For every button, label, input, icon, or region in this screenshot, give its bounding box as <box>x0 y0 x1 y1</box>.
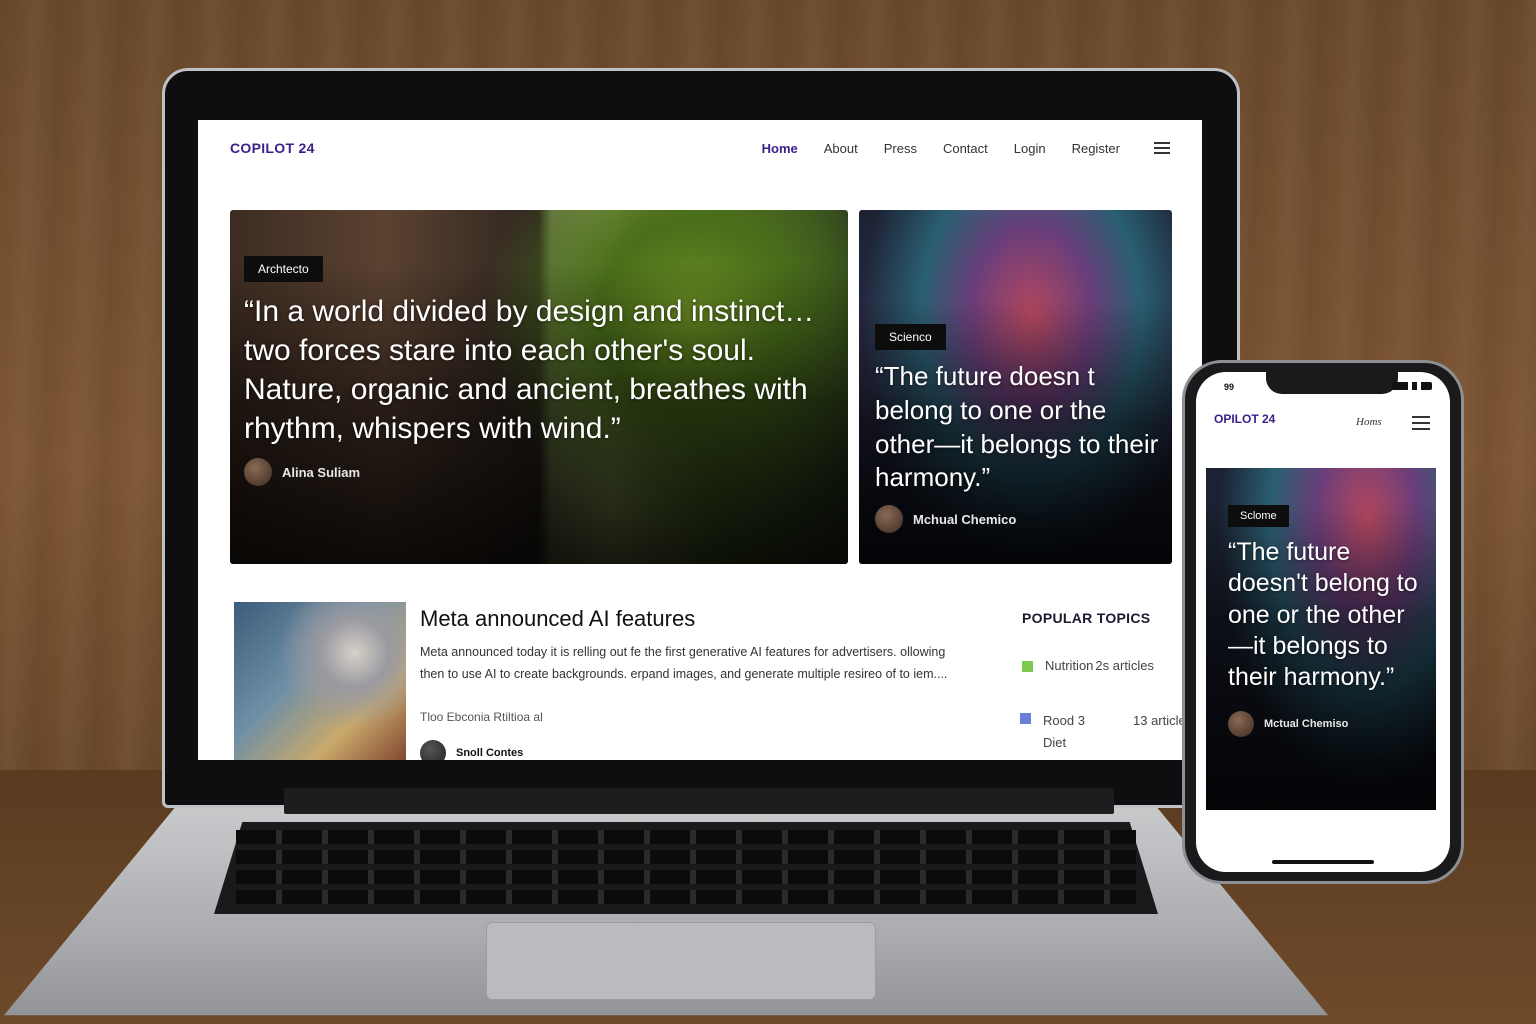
author-name[interactable]: Mchual Chemico <box>913 512 1016 527</box>
category-badge[interactable]: Sclome <box>1228 505 1289 527</box>
laptop-hinge <box>284 788 1114 814</box>
hero-author: Mchual Chemico <box>875 505 1165 534</box>
hero-card-content: Archtecto “In a world divided by design … <box>244 256 844 486</box>
author-name[interactable]: Alina Suliam <box>282 465 360 480</box>
hero-quote: “The future doesn't belong to one or the… <box>1228 538 1418 691</box>
site-header: COPILOT 24 Home About Press Contact Logi… <box>198 120 1202 176</box>
nav-home[interactable]: Homs <box>1356 416 1382 428</box>
article-author: Snoll Contes <box>420 740 523 760</box>
topic-label: Nutrition <box>1045 658 1094 673</box>
article-thumbnail[interactable] <box>234 602 406 760</box>
avatar <box>875 505 903 534</box>
status-icons <box>1392 382 1432 390</box>
phone-notch <box>1266 372 1398 394</box>
article-tags: Tloo Ebconia Rtiltioa al <box>420 710 543 724</box>
hero-card-science[interactable]: Sclome “The future doesn't belong to one… <box>1206 468 1436 810</box>
topic-count: 2s articles <box>1095 658 1154 673</box>
hero-quote: “The future doesn t belong to one or the… <box>875 361 1159 493</box>
hero-card-architecture[interactable]: Archtecto “In a world divided by design … <box>230 210 848 564</box>
keyboard-row <box>236 890 1136 904</box>
article-excerpt: Meta announced today it is relling out f… <box>420 645 948 681</box>
topic-label: Rood 3 Diet <box>1043 713 1085 751</box>
menu-icon[interactable] <box>1154 142 1170 154</box>
hero-quote: “In a world divided by design and instin… <box>244 295 815 445</box>
keyboard-row <box>236 870 1136 884</box>
nav-login[interactable]: Login <box>1014 141 1046 156</box>
phone-screen: 99 OPILOT 24 Homs Sclome “The future doe… <box>1196 372 1450 872</box>
hero-author: Alina Suliam <box>244 458 844 486</box>
nav-register[interactable]: Register <box>1072 141 1120 156</box>
topic-item-food-diet[interactable]: Rood 3 Diet 13 articles <box>1020 710 1193 754</box>
hero-card-science[interactable]: Scienco “The future doesn t belong to on… <box>859 210 1172 564</box>
keyboard-row <box>236 850 1136 864</box>
category-badge[interactable]: Archtecto <box>244 256 323 282</box>
nav-about[interactable]: About <box>824 141 858 156</box>
site-logo[interactable]: OPILOT 24 <box>1214 412 1275 426</box>
category-badge[interactable]: Scienco <box>875 324 946 350</box>
popular-topics-title: POPULAR TOPICS <box>1022 610 1151 626</box>
site-logo[interactable]: COPILOT 24 <box>230 140 315 156</box>
nav-home[interactable]: Home <box>762 141 798 156</box>
avatar <box>244 458 272 486</box>
home-indicator <box>1272 860 1374 864</box>
keyboard-row <box>236 830 1136 844</box>
article-title[interactable]: Meta announced AI features <box>420 606 695 632</box>
status-time: 99 <box>1224 382 1235 392</box>
nav-press[interactable]: Press <box>884 141 917 156</box>
laptop-screen: COPILOT 24 Home About Press Contact Logi… <box>198 120 1202 760</box>
main-nav: Home About Press Contact Login Register <box>762 141 1170 156</box>
nav-contact[interactable]: Contact <box>943 141 988 156</box>
author-name[interactable]: Snoll Contes <box>456 747 523 759</box>
avatar <box>420 740 446 760</box>
menu-icon[interactable] <box>1412 416 1430 430</box>
hero-card-content: Scienco “The future doesn t belong to on… <box>875 324 1165 534</box>
topic-color-swatch <box>1022 661 1033 672</box>
hero-card-content: Sclome “The future doesn't belong to one… <box>1228 504 1428 738</box>
laptop-trackpad <box>486 922 876 1000</box>
author-name[interactable]: Mctual Chemiso <box>1264 718 1348 730</box>
topic-item-nutrition[interactable]: Nutrition 2s articles <box>1022 658 1154 673</box>
avatar <box>1228 711 1254 738</box>
hero-author: Mctual Chemiso <box>1228 711 1428 738</box>
topic-color-swatch <box>1020 713 1031 724</box>
